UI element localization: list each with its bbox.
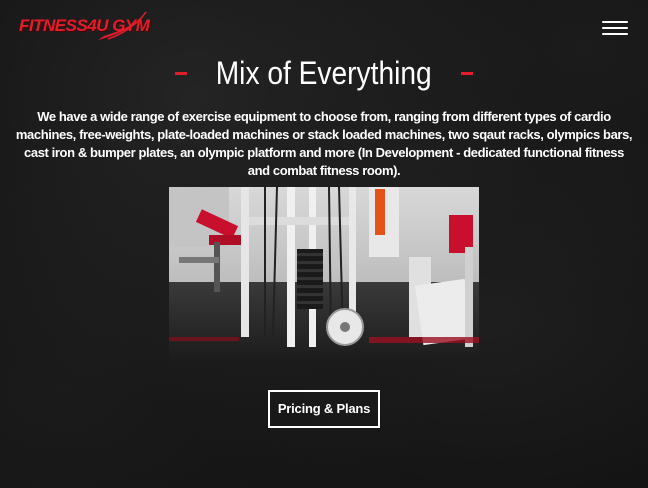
gym-equipment-photo [169, 187, 479, 360]
site-logo[interactable]: FITNESS4U GYM [18, 10, 150, 42]
top-navigation-bar: FITNESS4U GYM [0, 0, 648, 52]
pricing-plans-button[interactable]: Pricing & Plans [268, 390, 380, 428]
hamburger-menu-icon[interactable] [600, 18, 630, 38]
title-left-dash [174, 71, 187, 75]
section-title: Mix of Everything [216, 55, 432, 91]
section-description: We have a wide range of exercise equipme… [15, 109, 633, 178]
logo-swoosh-icon [98, 11, 147, 40]
title-right-dash [461, 71, 474, 75]
section-title-row: Mix of Everything [0, 52, 648, 96]
